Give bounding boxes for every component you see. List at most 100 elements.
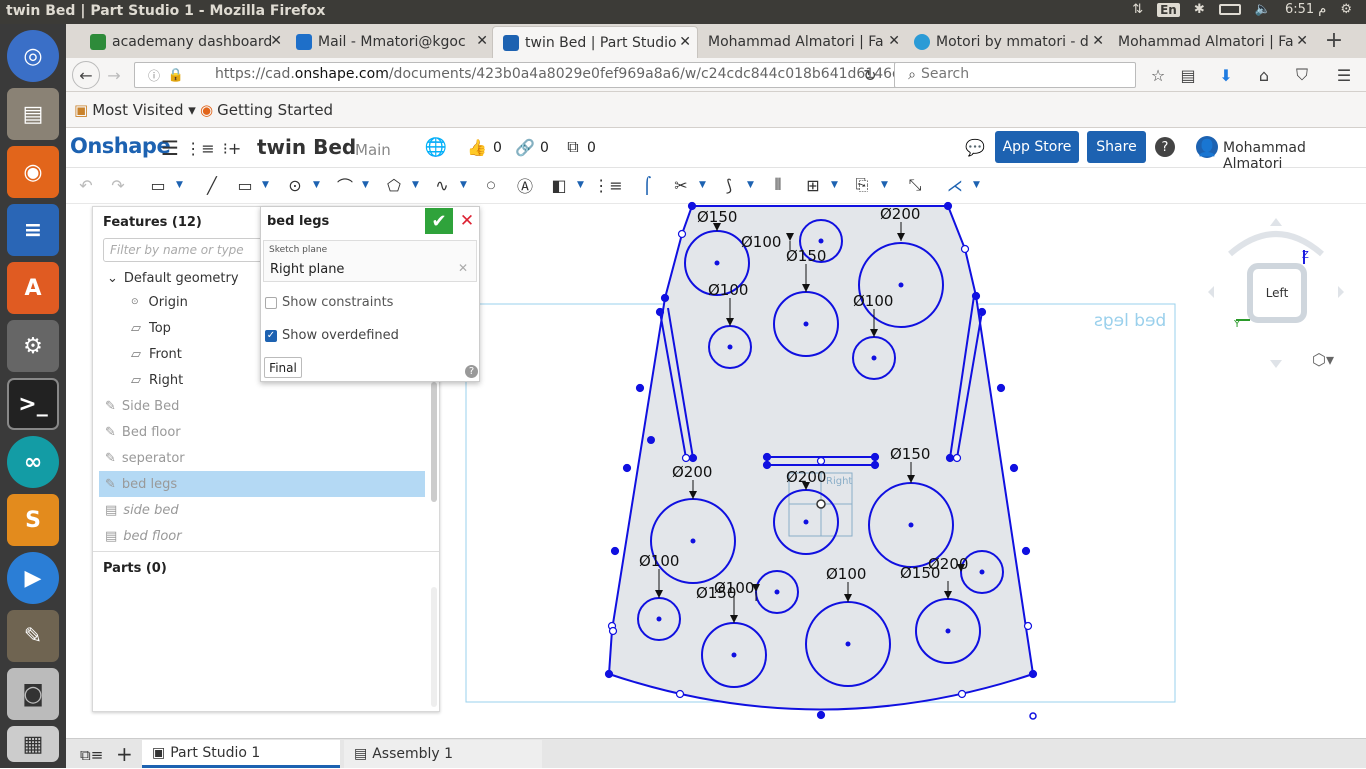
- settings-icon[interactable]: ⚙: [1340, 2, 1352, 17]
- dash-icon[interactable]: ◎: [7, 30, 59, 82]
- offset-icon[interactable]: ⟆: [718, 174, 740, 196]
- pocket-icon[interactable]: ⛉: [1288, 62, 1316, 88]
- close-tab-icon[interactable]: ✕: [476, 33, 488, 49]
- menu-icon[interactable]: ☰: [1330, 62, 1358, 88]
- show-overdefined-option[interactable]: ✓ Show overdefined: [265, 328, 399, 343]
- bookmark-getting-started[interactable]: ◉ Getting Started: [200, 101, 333, 119]
- parts-header[interactable]: Parts (0): [103, 561, 167, 576]
- bookmark-star-icon[interactable]: ☆: [1144, 62, 1172, 88]
- dxf-import-icon[interactable]: ⎘: [851, 174, 873, 196]
- use-icon[interactable]: ◧: [548, 174, 570, 196]
- tab-mohammad-1[interactable]: Mohammad Almatori | Fa ✕: [698, 26, 906, 58]
- files-icon[interactable]: ▤: [7, 88, 59, 140]
- feature-list-icon[interactable]: ⋮≡: [185, 137, 214, 159]
- chevron-down-icon[interactable]: ⌄: [107, 271, 118, 286]
- close-tab-icon[interactable]: ✕: [1092, 33, 1104, 49]
- system-settings-icon[interactable]: ⚙: [7, 320, 59, 372]
- url-bar[interactable]: https://cad.onshape.com/documents/423b0a…: [134, 62, 952, 88]
- add-feature-icon[interactable]: ⁝+: [221, 137, 243, 159]
- tab-manager-icon[interactable]: ⧉≡: [70, 741, 103, 769]
- line-icon[interactable]: ╱: [201, 174, 223, 196]
- home-icon[interactable]: ⌂: [1250, 62, 1278, 88]
- close-tab-icon[interactable]: ✕: [270, 33, 282, 49]
- document-name[interactable]: twin Bed: [257, 135, 356, 159]
- show-constraints-checkbox[interactable]: [265, 296, 277, 309]
- pattern-icon[interactable]: ⊞: [802, 174, 824, 196]
- sublime-icon[interactable]: S: [7, 494, 59, 546]
- battery-icon[interactable]: [1218, 4, 1241, 15]
- tab-mohammad-2[interactable]: Mohammad Almatori | Fa ✕: [1108, 26, 1314, 58]
- like-icon[interactable]: 👍: [466, 136, 488, 158]
- gimp-icon[interactable]: ✎: [7, 610, 59, 662]
- dimension-icon[interactable]: ⤡: [904, 174, 926, 196]
- feature-filter-input[interactable]: Filter by name or type: [103, 238, 263, 262]
- arduino-icon[interactable]: ∞: [7, 436, 59, 488]
- tab-part-studio[interactable]: ▣ Part Studio 1: [142, 740, 340, 768]
- software-center-icon[interactable]: A: [7, 262, 59, 314]
- show-constraints-option[interactable]: Show constraints: [265, 295, 393, 310]
- clock[interactable]: 6:51 م: [1285, 2, 1326, 17]
- onshape-logo[interactable]: Onshape: [70, 134, 171, 158]
- help-icon[interactable]: ?: [1155, 137, 1175, 157]
- feature-bed-legs[interactable]: ✎ bed legs: [99, 471, 425, 497]
- close-tab-icon[interactable]: ✕: [888, 33, 900, 49]
- avatar[interactable]: 👤: [1196, 136, 1218, 158]
- link-icon[interactable]: 🔗: [514, 136, 536, 158]
- view-cube-face[interactable]: Left: [1266, 286, 1289, 300]
- lock-icon[interactable]: 🔒: [162, 62, 190, 88]
- final-button[interactable]: Final: [264, 357, 302, 378]
- terminal-icon[interactable]: >_: [7, 378, 59, 430]
- keyboard-layout[interactable]: En: [1157, 2, 1180, 17]
- help-small-icon[interactable]: ?: [465, 365, 478, 378]
- feature-side-bed-extrude[interactable]: ▤ side bed: [105, 497, 435, 523]
- writer-icon[interactable]: ≡: [7, 204, 59, 256]
- firefox-icon[interactable]: ◉: [7, 146, 59, 198]
- tab-academany[interactable]: academany dashboard ✕: [80, 26, 288, 58]
- new-tab-button[interactable]: +: [1320, 27, 1348, 53]
- construction-icon[interactable]: ⋮≡: [593, 174, 622, 196]
- trim-icon[interactable]: ✂: [670, 174, 692, 196]
- close-tab-icon[interactable]: ✕: [679, 34, 691, 50]
- redo-icon[interactable]: ↷: [107, 174, 129, 196]
- forward-button[interactable]: →: [100, 62, 128, 88]
- feature-side-bed[interactable]: ✎ Side Bed: [105, 393, 435, 419]
- mirror-icon[interactable]: ⫴: [767, 174, 789, 196]
- reading-list-icon[interactable]: ▤: [1174, 62, 1202, 88]
- clear-x-icon[interactable]: ✕: [458, 261, 468, 275]
- feature-list-scrollbar[interactable]: [431, 382, 437, 502]
- close-tab-icon[interactable]: ✕: [1296, 33, 1308, 49]
- spline-icon[interactable]: ∿: [431, 174, 453, 196]
- text-icon[interactable]: Ⓐ: [514, 174, 536, 196]
- arc-icon[interactable]: ⌒: [334, 174, 356, 196]
- sketch-plane-field[interactable]: Sketch plane Right plane ✕: [263, 240, 477, 282]
- feature-seperator[interactable]: ✎ seperator: [105, 445, 435, 471]
- parts-scrollbar[interactable]: [431, 587, 437, 707]
- globe-icon[interactable]: 🌐: [425, 136, 447, 158]
- trash-icon[interactable]: ▦: [7, 726, 59, 762]
- tab-twin-bed[interactable]: twin Bed | Part Studio ✕: [492, 26, 698, 58]
- camera-icon[interactable]: ◙: [7, 668, 59, 720]
- rectangle-icon[interactable]: ▭: [234, 174, 256, 196]
- share-button[interactable]: Share: [1087, 131, 1146, 163]
- point-icon[interactable]: ○: [480, 174, 502, 196]
- undo-icon[interactable]: ↶: [75, 174, 97, 196]
- feature-bed-floor[interactable]: ✎ Bed floor: [105, 419, 435, 445]
- copy-icon[interactable]: ⧉: [562, 136, 584, 158]
- comments-icon[interactable]: 💬: [964, 136, 986, 158]
- search-input[interactable]: Search: [894, 62, 1136, 88]
- downloads-icon[interactable]: ⬇: [1212, 62, 1240, 88]
- back-button[interactable]: ←: [72, 61, 100, 89]
- tab-mail[interactable]: Mail - Mmatori@kgoc ✕: [286, 26, 494, 58]
- sketch-icon[interactable]: ▭: [147, 174, 169, 196]
- network-icon[interactable]: ⇅: [1132, 2, 1143, 17]
- view-options-cube-icon[interactable]: ⬡▾: [1312, 350, 1334, 369]
- constraints-icon[interactable]: ⋌: [944, 174, 966, 196]
- accept-checkmark-icon[interactable]: ✔: [425, 208, 453, 234]
- feature-bed-floor-extrude[interactable]: ▤ bed floor: [105, 523, 435, 549]
- sketch-name[interactable]: bed legs: [267, 214, 329, 229]
- polygon-icon[interactable]: ⬠: [383, 174, 405, 196]
- tab-motori[interactable]: Motori by mmatori - d ✕: [904, 26, 1110, 58]
- bookmark-most-visited[interactable]: ▣ Most Visited ▾: [74, 101, 196, 119]
- cancel-x-icon[interactable]: ✕: [455, 208, 479, 234]
- tab-assembly[interactable]: ▤ Assembly 1: [344, 740, 542, 768]
